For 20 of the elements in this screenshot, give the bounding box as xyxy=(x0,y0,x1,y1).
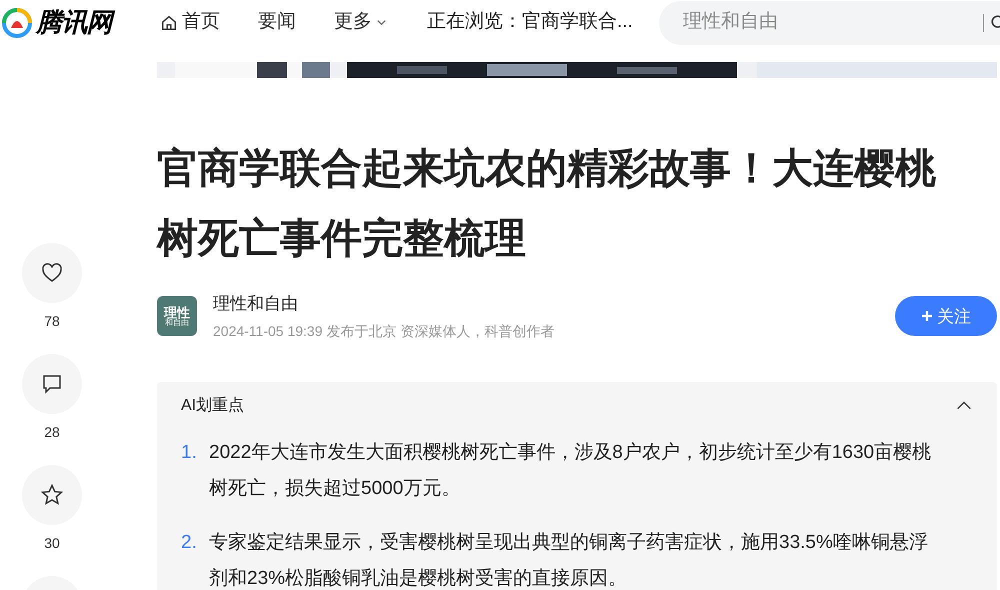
avatar-text: 和自由 xyxy=(165,318,189,327)
avatar-text: 理性 xyxy=(164,306,190,319)
summary-title: AI划重点 xyxy=(181,396,244,416)
count-label: 28 xyxy=(44,423,60,442)
summary-point: 2022年大连市发生大面积樱桃树死亡事件，涉及8户农户，初步统计至少有1630亩樱桃树死亡，损失超过5000万元。 xyxy=(209,440,932,500)
summary-point: 专家鉴定结果显示，受害樱桃树呈现出典型的铜离子药害症状，施用33.5%喹啉铜悬浮剂和23%松脂酸铜乳油是樱桃树受害的直接原因。 xyxy=(209,530,929,590)
follow-button[interactable]: 关注 xyxy=(895,296,997,336)
nav-link[interactable]: 要闻 xyxy=(258,8,296,37)
post-meta: 2024-11-05 19:39 发布于北京 资深媒体人，科普创作者 xyxy=(213,322,556,340)
author-name[interactable]: 理性和自由 xyxy=(213,291,895,316)
browsing-title: 正在浏览：官商学联合... xyxy=(427,10,633,34)
search-input[interactable]: 理性和自由 xyxy=(682,8,983,37)
nav-link[interactable]: 首页 xyxy=(160,8,220,37)
article-title: 官商学联合起来坑农的精彩故事！大连樱桃树死亡事件完整梳理 xyxy=(157,144,937,263)
list-number: 2. xyxy=(181,530,198,554)
count-label: 30 xyxy=(44,534,60,553)
nav-link[interactable]: 更多 xyxy=(334,8,387,37)
list-number: 1. xyxy=(181,440,198,464)
search-field[interactable]: 理性和自由 xyxy=(658,0,1000,44)
count-label: 78 xyxy=(44,312,60,331)
